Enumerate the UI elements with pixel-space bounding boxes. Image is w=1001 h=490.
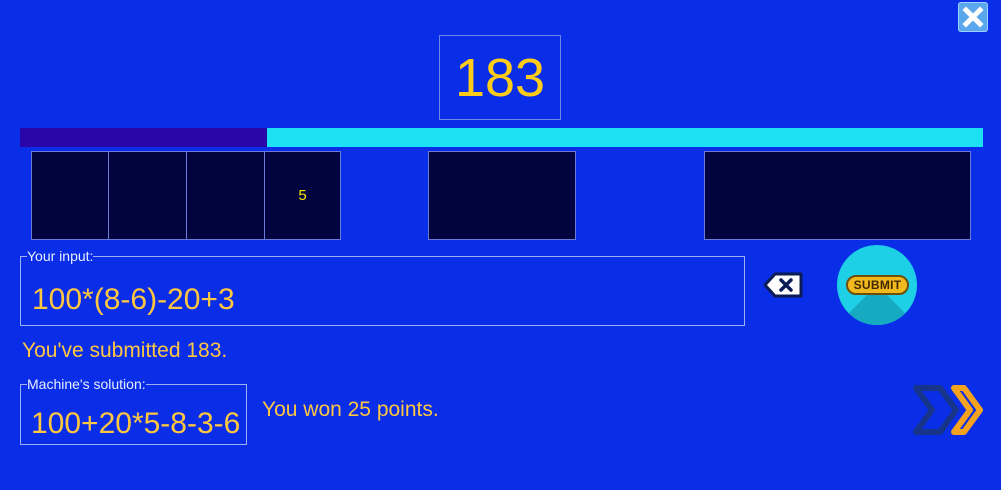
number-tile-5[interactable] [428,151,576,240]
number-tile-6[interactable] [704,151,971,240]
number-tile-3[interactable] [186,151,265,240]
close-button[interactable] [958,2,988,32]
submitted-message: You've submitted 183. [22,339,228,362]
input-panel[interactable]: Your input: 100*(8-6)-20+3 [20,249,745,326]
solution-expression: 100+20*5-8-3-6 [31,407,241,440]
next-button[interactable] [912,384,986,436]
number-tile-2[interactable] [108,151,187,240]
number-tile-4[interactable]: 5 [264,151,341,240]
submit-button[interactable]: SUBMIT [837,245,917,325]
input-expression[interactable]: 100*(8-6)-20+3 [32,283,235,317]
solution-legend: Machine's solution: [27,376,146,392]
backspace-icon [763,272,803,298]
time-progress-bar [20,128,983,147]
number-tile-1[interactable] [31,151,109,240]
time-progress-fill [20,128,268,147]
result-message: You won 25 points. [262,398,439,421]
submit-label: SUBMIT [846,275,909,295]
solution-panel: Machine's solution: 100+20*5-8-3-6 [20,377,247,445]
next-chevrons-icon [913,385,983,435]
input-legend: Your input: [27,248,94,264]
backspace-button[interactable] [762,271,804,299]
close-icon [962,6,984,28]
target-number: 183 [439,35,561,120]
